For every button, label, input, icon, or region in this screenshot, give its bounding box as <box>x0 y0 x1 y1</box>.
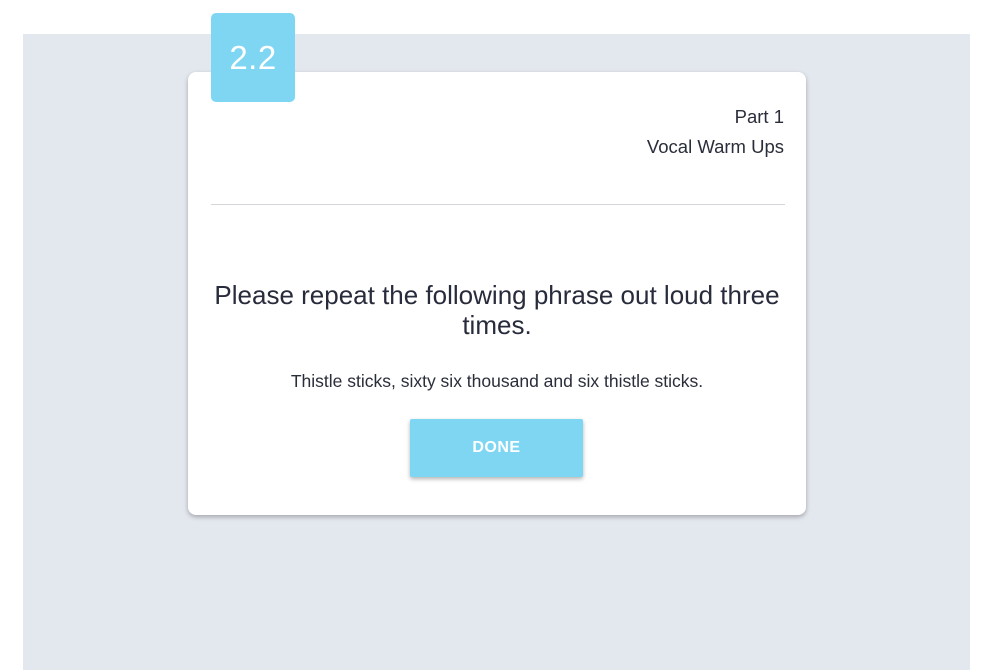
divider <box>211 204 785 205</box>
part-title: Vocal Warm Ups <box>646 136 784 157</box>
part-label: Part 1 <box>734 106 784 127</box>
instruction-prompt: Please repeat the following phrase out l… <box>214 280 780 340</box>
practice-phrase: Thistle sticks, sixty six thousand and s… <box>290 371 704 391</box>
step-badge: 2.2 <box>211 13 295 102</box>
task-card: Part 1 Vocal Warm Ups Please repeat the … <box>188 72 806 515</box>
part-info: Part 1 Vocal Warm Ups <box>647 102 784 162</box>
done-button[interactable]: DONE <box>410 419 583 477</box>
